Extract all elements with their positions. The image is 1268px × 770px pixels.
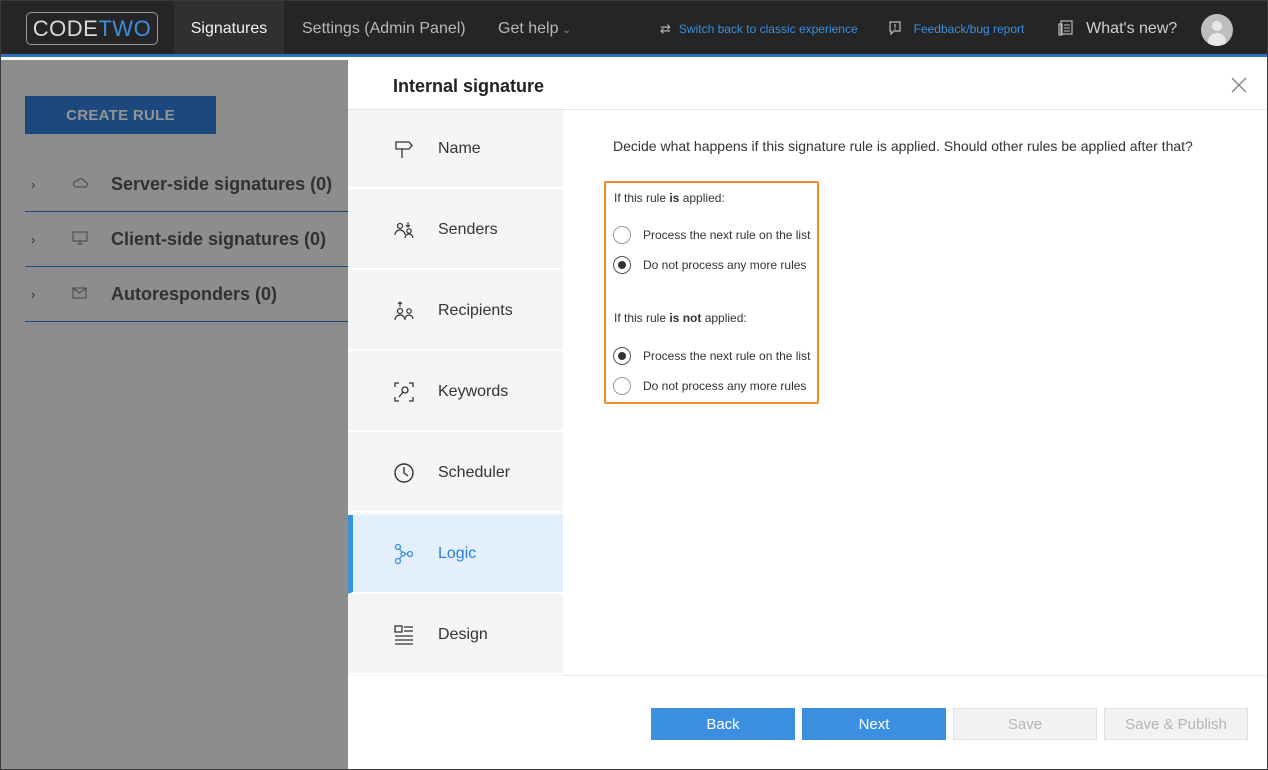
whats-new-label: What's new? xyxy=(1086,20,1178,37)
nav-tab-settings[interactable]: Settings (Admin Panel) xyxy=(302,0,466,57)
not-applied-option-stop-processing[interactable]: Do not process any more rules xyxy=(613,376,806,396)
step-label: Name xyxy=(438,139,481,157)
step-label: Keywords xyxy=(438,382,509,400)
step-design[interactable]: Design xyxy=(348,596,563,675)
feedback-icon xyxy=(888,21,906,36)
logic-step-content: Decide what happens if this signature ru… xyxy=(563,110,1268,676)
applied-group-label: If this rule is applied: xyxy=(614,191,725,205)
wizard-steps: Name Senders Recipients Keywords Schedul… xyxy=(348,110,563,676)
applied-option-stop-processing[interactable]: Do not process any more rules xyxy=(613,255,806,275)
modal-header: Internal signature xyxy=(348,60,1268,110)
logo-text-code: CODE xyxy=(32,15,99,41)
feedback-link[interactable]: Feedback/bug report xyxy=(888,0,1024,57)
save-button[interactable]: Save xyxy=(953,708,1097,740)
whats-new-link[interactable]: What's new? xyxy=(1058,0,1177,57)
rule-options-highlight-box: If this rule is applied: Process the nex… xyxy=(604,181,819,404)
step-label: Scheduler xyxy=(438,463,511,481)
codetwo-logo[interactable]: CODE TWO xyxy=(26,12,158,45)
modal-footer: Back Next Save Save & Publish xyxy=(348,677,1268,770)
step-label: Recipients xyxy=(438,301,513,319)
switch-classic-link[interactable]: ⇄ Switch back to classic experience xyxy=(660,0,858,57)
switch-arrows-icon: ⇄ xyxy=(660,21,671,36)
chevron-down-icon: ⌄ xyxy=(562,25,571,36)
switch-classic-label: Switch back to classic experience xyxy=(678,22,858,36)
radio-label: Do not process any more rules xyxy=(643,258,807,272)
step-label: Senders xyxy=(438,220,498,238)
not-applied-option-process-next[interactable]: Process the next rule on the list xyxy=(613,346,810,366)
logic-icon xyxy=(391,541,417,567)
modal-title: Internal signature xyxy=(393,76,545,96)
radio-button[interactable] xyxy=(613,377,631,395)
keywords-icon xyxy=(391,379,417,405)
avatar-body xyxy=(1208,33,1226,46)
avatar-head xyxy=(1212,21,1222,31)
step-label: Logic xyxy=(438,544,477,562)
save-and-publish-button[interactable]: Save & Publish xyxy=(1104,708,1248,740)
radio-button-checked[interactable] xyxy=(613,256,631,274)
top-navigation-bar: CODE TWO Signatures Settings (Admin Panel… xyxy=(0,0,1268,57)
whats-new-icon xyxy=(1058,20,1078,37)
step-senders[interactable]: Senders xyxy=(348,191,563,270)
signpost-icon xyxy=(391,136,417,162)
step-label: Design xyxy=(438,625,488,643)
back-button[interactable]: Back xyxy=(651,708,795,740)
applied-option-process-next[interactable]: Process the next rule on the list xyxy=(613,225,810,245)
step-keywords[interactable]: Keywords xyxy=(348,353,563,432)
step-name[interactable]: Name xyxy=(348,110,563,189)
radio-label: Do not process any more rules xyxy=(643,379,807,393)
radio-label: Process the next rule on the list xyxy=(643,228,811,242)
clock-icon xyxy=(391,460,417,486)
senders-icon xyxy=(391,217,417,243)
rule-editor-modal: Internal signature Name Senders Recipien… xyxy=(348,60,1268,770)
next-button[interactable]: Next xyxy=(802,708,946,740)
not-applied-group-label: If this rule is not applied: xyxy=(614,311,747,325)
radio-label: Process the next rule on the list xyxy=(643,349,811,363)
recipients-icon xyxy=(391,298,417,324)
radio-button-checked[interactable] xyxy=(613,347,631,365)
logic-description: Decide what happens if this signature ru… xyxy=(613,138,1193,154)
design-icon xyxy=(391,622,417,648)
step-logic[interactable]: Logic xyxy=(348,515,563,594)
logo-text-two: TWO xyxy=(98,15,152,41)
step-scheduler[interactable]: Scheduler xyxy=(348,434,563,513)
get-help-label: Get help xyxy=(498,20,559,37)
close-icon[interactable] xyxy=(1228,74,1250,96)
feedback-label: Feedback/bug report xyxy=(913,22,1025,36)
radio-button[interactable] xyxy=(613,226,631,244)
step-recipients[interactable]: Recipients xyxy=(348,272,563,351)
nav-tab-signatures[interactable]: Signatures xyxy=(174,0,284,57)
user-avatar[interactable] xyxy=(1201,14,1233,46)
nav-tab-get-help[interactable]: Get help ⌄ xyxy=(498,0,571,57)
